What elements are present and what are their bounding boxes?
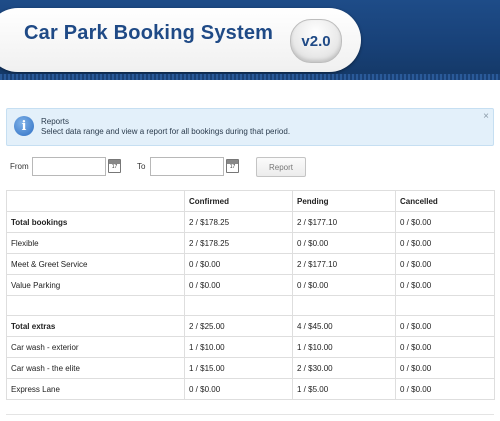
table-cell: 0 / $0.00	[395, 315, 495, 337]
table-cell: 2 / $30.00	[292, 357, 396, 379]
table-cell: 0 / $0.00	[395, 274, 495, 296]
table-cell: 0 / $0.00	[292, 232, 396, 254]
table-row: Meet & Greet Service 0 / $0.00 2 / $177.…	[6, 253, 495, 275]
table-cell: 2 / $178.25	[184, 211, 293, 233]
report-table: Confirmed Pending Cancelled Total bookin…	[6, 190, 495, 400]
table-cell: 2 / $177.10	[292, 211, 396, 233]
app-title: Car Park Booking System	[24, 22, 274, 44]
row-label: Flexible	[6, 232, 185, 254]
column-header-pending: Pending	[292, 190, 396, 212]
table-cell: 0 / $0.00	[184, 253, 293, 275]
table-cell: 2 / $25.00	[184, 315, 293, 337]
table-row: Express Lane 0 / $0.00 1 / $5.00 0 / $0.…	[6, 378, 495, 400]
row-label: Total bookings	[6, 211, 185, 233]
table-row: Car wash - exterior 1 / $10.00 1 / $10.0…	[6, 336, 495, 358]
column-header	[6, 190, 185, 212]
from-label: From	[10, 162, 29, 171]
table-row: Total extras 2 / $25.00 4 / $45.00 0 / $…	[6, 315, 495, 337]
to-date-input[interactable]	[150, 157, 224, 176]
table-cell: 0 / $0.00	[184, 378, 293, 400]
calendar-icon[interactable]: 17	[108, 159, 121, 173]
header-stripe	[0, 74, 500, 80]
table-cell: 0 / $0.00	[395, 211, 495, 233]
table-spacer-row	[6, 295, 495, 316]
table-cell	[292, 295, 396, 316]
info-box: i Reports Select data range and view a r…	[6, 108, 494, 146]
row-label: Express Lane	[6, 378, 185, 400]
info-text: Select data range and view a report for …	[41, 127, 291, 136]
table-row: Value Parking 0 / $0.00 0 / $0.00 0 / $0…	[6, 274, 495, 296]
row-label: Meet & Greet Service	[6, 253, 185, 275]
app-header: Car Park Booking System v2.0	[0, 0, 500, 80]
divider	[6, 414, 494, 415]
table-cell: 1 / $10.00	[292, 336, 396, 358]
row-label: Value Parking	[6, 274, 185, 296]
table-header-row: Confirmed Pending Cancelled	[6, 190, 495, 212]
calendar-icon[interactable]: 17	[226, 159, 239, 173]
from-date-input[interactable]	[32, 157, 106, 176]
table-cell: 0 / $0.00	[395, 357, 495, 379]
table-cell: 2 / $177.10	[292, 253, 396, 275]
row-label: Car wash - exterior	[6, 336, 185, 358]
column-header-cancelled: Cancelled	[395, 190, 495, 212]
close-icon[interactable]: ×	[483, 111, 489, 122]
table-cell	[6, 295, 185, 316]
table-cell: 0 / $0.00	[292, 274, 396, 296]
row-label: Car wash - the elite	[6, 357, 185, 379]
table-cell: 2 / $178.25	[184, 232, 293, 254]
table-cell: 0 / $0.00	[395, 336, 495, 358]
to-label: To	[137, 162, 146, 171]
report-button[interactable]: Report	[256, 157, 306, 177]
info-icon: i	[14, 116, 34, 136]
version-badge: v2.0	[290, 19, 342, 63]
table-cell	[184, 295, 293, 316]
table-cell: 4 / $45.00	[292, 315, 396, 337]
table-row: Flexible 2 / $178.25 0 / $0.00 0 / $0.00	[6, 232, 495, 254]
table-cell: 0 / $0.00	[395, 253, 495, 275]
table-row: Car wash - the elite 1 / $15.00 2 / $30.…	[6, 357, 495, 379]
column-header-confirmed: Confirmed	[184, 190, 293, 212]
table-cell: 0 / $0.00	[395, 378, 495, 400]
table-cell	[395, 295, 495, 316]
row-label: Total extras	[6, 315, 185, 337]
table-cell: 1 / $15.00	[184, 357, 293, 379]
table-cell: 0 / $0.00	[395, 232, 495, 254]
table-row: Total bookings 2 / $178.25 2 / $177.10 0…	[6, 211, 495, 233]
table-cell: 0 / $0.00	[184, 274, 293, 296]
table-cell: 1 / $5.00	[292, 378, 396, 400]
table-cell: 1 / $10.00	[184, 336, 293, 358]
info-title: Reports	[41, 117, 70, 126]
